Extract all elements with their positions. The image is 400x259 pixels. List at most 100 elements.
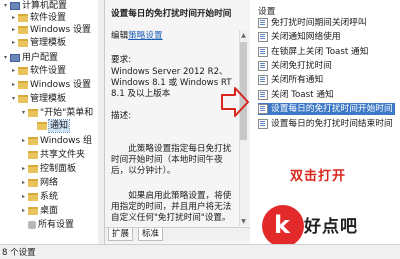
tree-label: 共享文件夹 xyxy=(40,150,86,160)
list-item[interactable]: 关闭 Toast 通知 xyxy=(258,89,334,101)
expand-toggle-icon[interactable]: ▸ xyxy=(20,205,27,217)
computer-icon xyxy=(10,54,20,62)
watermark-logo-glyph: k xyxy=(274,211,290,239)
folder-icon xyxy=(18,67,28,75)
tree-node-user-windows-settings[interactable]: ▸ Windows 设置 xyxy=(10,79,91,91)
collapse-toggle-icon[interactable]: ▾ xyxy=(20,107,27,119)
folder-icon xyxy=(18,95,28,103)
tree-node-shared-folders[interactable]: 共享文件夹 xyxy=(20,149,85,161)
tree-node-admin-templates[interactable]: ▸ 管理模板 xyxy=(10,37,66,49)
folder-icon xyxy=(37,122,47,130)
edit-prefix: 编辑 xyxy=(111,31,129,41)
tab-standard[interactable]: 标准 xyxy=(138,228,164,241)
view-tabs: 扩展 标准 xyxy=(105,227,250,241)
expand-toggle-icon[interactable]: ▸ xyxy=(10,79,17,91)
policy-setting-icon xyxy=(258,18,268,28)
policy-setting-icon xyxy=(258,119,268,129)
list-item[interactable]: 关闭通知网络使用 xyxy=(258,31,341,43)
policy-setting-icon xyxy=(258,104,268,114)
setting-label: 关闭免打扰时间 xyxy=(271,61,332,71)
tree-label: 桌面 xyxy=(40,206,59,216)
collapse-toggle-icon[interactable]: ▾ xyxy=(2,0,9,12)
tree-node-user-config[interactable]: ▾ 用户配置 xyxy=(2,52,58,64)
tree-label: "开始"菜单和 xyxy=(40,108,94,118)
expand-toggle-icon[interactable]: ▸ xyxy=(20,135,27,147)
expand-toggle-icon[interactable]: ▸ xyxy=(10,37,17,49)
status-bar: 8 个设置 xyxy=(0,244,400,259)
folder-icon xyxy=(18,39,28,47)
folder-icon xyxy=(28,179,38,187)
folder-icon xyxy=(28,207,38,215)
tab-extended[interactable]: 扩展 xyxy=(108,228,134,241)
setting-label: 免打扰时间期间关闭呼叫 xyxy=(271,18,367,28)
tree-label: Windows 组 xyxy=(40,136,93,146)
setting-label: 设置每日的免打扰时间开始时间 xyxy=(271,104,393,114)
description-para-1: 此策略设置指定每日免打扰时间开始时间（本地时间午夜后，以分钟计）。 xyxy=(111,144,232,176)
tree-node-system[interactable]: ▸ 系统 xyxy=(20,191,58,203)
tree-node-user-software-settings[interactable]: ▸ 软件设置 xyxy=(10,65,66,77)
tree-label: Windows 设置 xyxy=(30,25,92,35)
tree-label: 计算机配置 xyxy=(22,1,68,11)
tree-label: 系统 xyxy=(40,192,59,202)
list-item-selected[interactable]: 设置每日的免打扰时间开始时间 xyxy=(258,103,395,115)
tree-label: 控制面板 xyxy=(40,164,77,174)
policy-setting-icon xyxy=(258,47,268,57)
tree-scrollbar[interactable] xyxy=(98,0,104,244)
double-click-annotation: 双击打开 xyxy=(290,169,347,184)
collapse-toggle-icon[interactable]: ▾ xyxy=(2,52,9,64)
tree-node-network[interactable]: ▸ 网络 xyxy=(20,177,58,189)
tree-label: 软件设置 xyxy=(30,66,67,76)
tree-node-computer-config[interactable]: ▾ 计算机配置 xyxy=(2,0,67,12)
folder-icon xyxy=(18,26,28,34)
expand-toggle-icon[interactable]: ▸ xyxy=(20,163,27,175)
tree-node-notifications[interactable]: 通知 xyxy=(36,119,71,133)
tree-node-all-settings[interactable]: 所有设置 xyxy=(20,219,74,231)
tree-node-desktop[interactable]: ▸ 桌面 xyxy=(20,205,58,217)
list-item[interactable]: 关闭免打扰时间 xyxy=(258,60,332,72)
requirements-label: 要求: xyxy=(111,55,132,65)
folder-icon xyxy=(28,193,38,201)
tree-label: 管理模板 xyxy=(30,94,67,104)
computer-icon xyxy=(10,2,20,10)
expand-toggle-icon[interactable]: ▸ xyxy=(10,65,17,77)
edit-policy-line: 编辑策略设置 xyxy=(111,31,229,42)
list-item[interactable]: 关闭所有通知 xyxy=(258,74,323,86)
description-title: 设置每日的免打扰时间开始时间 xyxy=(111,9,232,19)
tree-node-windows-components[interactable]: ▸ Windows 组 xyxy=(20,135,92,147)
description-pane: 设置每日的免打扰时间开始时间 编辑策略设置 要求: Windows Server… xyxy=(105,0,250,244)
tree-label: 网络 xyxy=(40,178,59,188)
list-item[interactable]: 免打扰时间期间关闭呼叫 xyxy=(258,17,367,29)
tree-label: 管理模板 xyxy=(30,38,67,48)
collapse-toggle-icon[interactable]: ▾ xyxy=(10,93,17,105)
list-item[interactable]: 设置每日的免打扰时间结束时间 xyxy=(258,118,393,130)
tree-node-windows-settings[interactable]: ▸ Windows 设置 xyxy=(10,24,91,36)
tree-node-start-menu[interactable]: ▾ "开始"菜单和 xyxy=(20,107,93,119)
policy-setting-icon xyxy=(258,90,268,100)
arrow-right-icon xyxy=(221,87,249,117)
list-item[interactable]: 在锁屏上关闭 Toast 通知 xyxy=(258,46,368,58)
folder-icon xyxy=(28,165,38,173)
tree-node-software-settings[interactable]: ▸ 软件设置 xyxy=(10,12,66,24)
expand-toggle-icon[interactable]: ▸ xyxy=(10,12,17,24)
settings-icon xyxy=(28,221,36,229)
tree-label: Windows 设置 xyxy=(30,80,92,90)
expand-toggle-icon[interactable]: ▸ xyxy=(20,177,27,189)
expand-toggle-icon[interactable]: ▸ xyxy=(20,191,27,203)
scroll-up-icon[interactable]: ▲ xyxy=(240,32,247,40)
tree-label: 用户配置 xyxy=(22,53,59,63)
edit-policy-link[interactable]: 策略设置 xyxy=(128,31,162,41)
scroll-down-icon[interactable]: ▼ xyxy=(240,218,247,226)
folder-icon xyxy=(18,14,28,22)
list-header[interactable]: 设置 xyxy=(258,4,275,17)
expand-toggle-icon[interactable]: ▸ xyxy=(10,24,17,36)
folder-icon xyxy=(28,137,38,145)
policy-setting-icon xyxy=(258,61,268,71)
tree-node-user-admin-templates[interactable]: ▾ 管理模板 xyxy=(10,93,66,105)
tree-label: 软件设置 xyxy=(30,13,67,23)
policy-setting-icon xyxy=(258,32,268,42)
folder-icon xyxy=(28,151,38,159)
setting-label: 关闭 Toast 通知 xyxy=(271,90,334,100)
folder-icon xyxy=(18,81,28,89)
tree-node-control-panel[interactable]: ▸ 控制面板 xyxy=(20,163,76,175)
folder-icon xyxy=(28,109,38,117)
